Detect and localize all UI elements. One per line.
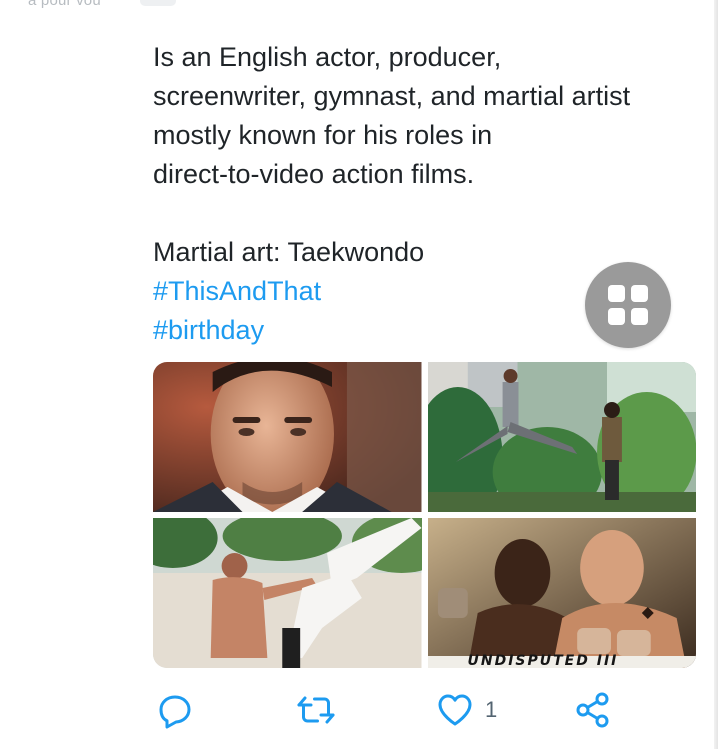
reply-icon: [159, 695, 191, 729]
page-edge: [714, 0, 718, 749]
reply-button[interactable]: [155, 688, 195, 732]
heart-icon: [438, 694, 472, 726]
faded-header-text: a pour vou: [28, 0, 101, 9]
media-grid: UNDISPUTED III: [153, 362, 696, 668]
tweet-body-text: Is an English actor, producer, screenwri…: [153, 42, 631, 189]
faded-header-element: [140, 0, 176, 6]
poster-caption: UNDISPUTED III: [467, 653, 619, 668]
retweet-icon: [297, 696, 335, 724]
media-image-flying-kick[interactable]: [427, 362, 696, 512]
like-count: 1: [485, 697, 498, 722]
like-button[interactable]: 1: [435, 688, 497, 732]
media-image-portrait[interactable]: [153, 362, 422, 512]
share-icon: [576, 692, 609, 728]
retweet-button[interactable]: [296, 688, 336, 732]
grid-menu-button[interactable]: [585, 262, 671, 348]
share-button[interactable]: [573, 688, 613, 732]
tweet-action-bar: 1: [153, 688, 623, 732]
grid-icon: [608, 285, 648, 325]
media-image-poster[interactable]: UNDISPUTED III: [427, 518, 696, 668]
media-image-training[interactable]: [153, 518, 422, 668]
